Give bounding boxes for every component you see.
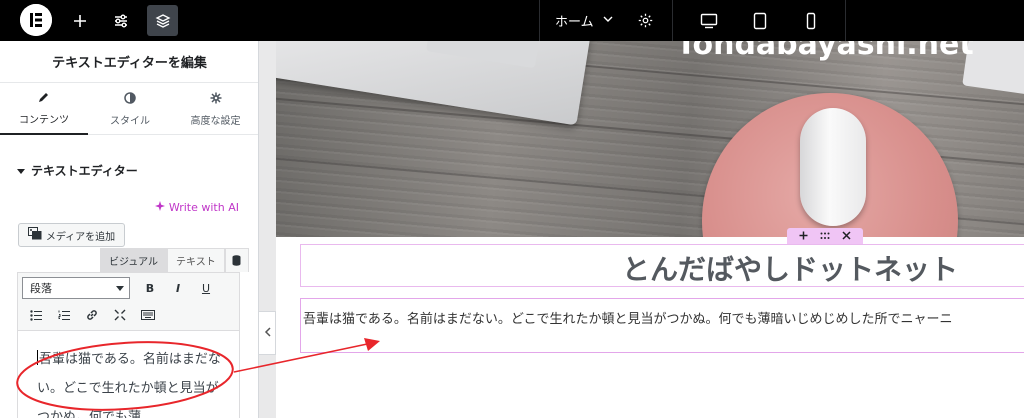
tab-label: コンテンツ <box>19 114 69 126</box>
tinymce-editor: 段落 B I U 吾輩は猫である。名前はまだない。どこで生れたか頓と見当がつかぬ… <box>17 272 240 418</box>
editor-toolbar-secondary <box>18 303 239 331</box>
caret-down-icon <box>116 282 124 295</box>
pencil-icon <box>38 91 50 106</box>
sparkle-icon <box>154 201 165 214</box>
elementor-logo-icon[interactable] <box>20 4 52 36</box>
bold-icon[interactable]: B <box>142 282 158 295</box>
drag-grid-icon[interactable] <box>820 230 830 243</box>
dynamic-tags-icon[interactable] <box>224 248 249 272</box>
tablet-view-icon[interactable] <box>744 5 775 36</box>
close-icon[interactable] <box>842 230 851 243</box>
bullet-list-icon[interactable] <box>28 309 44 324</box>
link-icon[interactable] <box>84 309 100 324</box>
tab-content[interactable]: コンテンツ <box>0 83 88 135</box>
editor-toolbar-primary: 段落 B I U <box>18 273 239 303</box>
tab-label: 高度な設定 <box>190 115 241 127</box>
format-select-value: 段落 <box>30 282 52 295</box>
section-title: テキストエディター <box>31 164 138 178</box>
caret-down-icon <box>17 164 25 178</box>
site-settings-sliders-icon[interactable] <box>105 5 136 36</box>
tab-style[interactable]: スタイル <box>88 83 172 135</box>
panel-title: テキストエディターを編集 <box>0 41 258 83</box>
media-icon <box>27 227 42 243</box>
tab-label: スタイル <box>110 115 150 127</box>
gear-icon <box>210 92 222 107</box>
top-bar: ホーム <box>0 0 1024 41</box>
editor-content-text: 吾輩は猫である。名前はまだない。どこで生れたか頓と見当がつかぬ。何でも薄 <box>37 352 221 418</box>
add-section-icon[interactable] <box>799 230 808 243</box>
editor-mode-tabs: ビジュアル テキスト <box>100 248 249 272</box>
half-circle-icon <box>124 91 136 107</box>
write-with-ai-link[interactable]: Write with AI <box>154 201 239 214</box>
editor-content[interactable]: 吾輩は猫である。名前はまだない。どこで生れたか頓と見当がつかぬ。何でも薄 <box>37 345 223 418</box>
ai-link-label: Write with AI <box>168 201 239 214</box>
structure-layers-icon[interactable] <box>147 5 178 36</box>
site-url-overlay: Tondabayashi.net <box>676 41 974 62</box>
panel-tabs: コンテンツ スタイル 高度な設定 <box>0 83 258 135</box>
chevron-left-icon <box>264 326 271 340</box>
editor-panel: テキストエディターを編集 コンテンツ スタイル 高度な設定 テキストエディター <box>0 41 259 418</box>
page-settings-gear-icon[interactable] <box>630 5 661 36</box>
laptop-trackpad <box>426 41 542 69</box>
section-toggle-text-editor[interactable]: テキストエディター <box>17 162 138 179</box>
mobile-view-icon[interactable] <box>795 5 826 36</box>
hero-image: Tondabayashi.net <box>276 41 1024 237</box>
underline-icon[interactable]: U <box>198 282 214 295</box>
format-select[interactable]: 段落 <box>22 277 130 299</box>
keyboard-icon[interactable] <box>140 310 156 323</box>
site-body-text: 吾輩は猫である。名前はまだない。どこで生れたか頓と見当がつかぬ。何でも薄暗いじめ… <box>303 312 953 327</box>
numbered-list-icon[interactable] <box>56 310 72 324</box>
desktop-view-icon[interactable] <box>693 5 724 36</box>
mouse-photo <box>800 108 866 226</box>
tab-advanced[interactable]: 高度な設定 <box>172 83 258 135</box>
add-element-icon[interactable] <box>64 5 95 36</box>
text-caret <box>37 350 38 365</box>
tab-text[interactable]: テキスト <box>167 248 225 272</box>
site-heading: とんだばやしドットネット <box>622 253 959 286</box>
preview-canvas: Tondabayashi.net とんだばやしドットネット 吾輩は猫である。名前… <box>276 41 1024 418</box>
top-bar-divider <box>672 0 673 41</box>
italic-icon[interactable]: I <box>170 282 186 295</box>
chevron-down-icon <box>602 13 614 29</box>
add-media-button[interactable]: メディアを追加 <box>18 223 125 247</box>
fullscreen-icon[interactable] <box>112 309 128 324</box>
add-media-label: メディアを追加 <box>45 231 116 243</box>
section-edit-handle[interactable] <box>787 228 863 245</box>
page-selector-label: ホーム <box>555 15 594 30</box>
tab-visual[interactable]: ビジュアル <box>100 248 167 272</box>
collapse-panel-button[interactable] <box>259 311 276 355</box>
page-selector[interactable]: ホーム <box>555 0 614 41</box>
